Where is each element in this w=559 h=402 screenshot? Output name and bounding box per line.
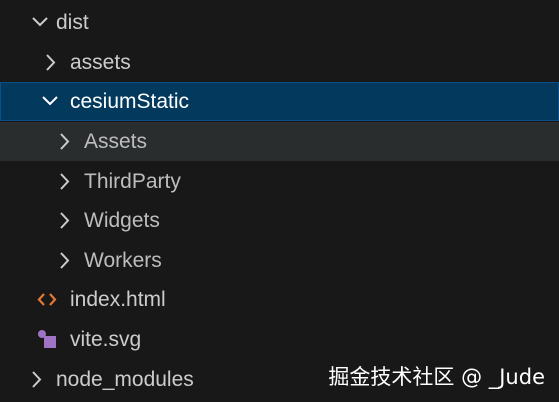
chevron-right-icon [52,122,76,161]
tree-item-label: ThirdParty [84,170,181,193]
chevron-right-icon [52,162,76,201]
chevron-right-icon [38,43,62,82]
tree-item-widgets[interactable]: Widgets [0,201,559,240]
chevron-right-icon [24,360,48,399]
chevron-down-icon [28,3,52,42]
tree-item-label: Assets [84,130,148,153]
chevron-right-icon [52,241,76,280]
tree-item-label: assets [70,51,131,74]
tree-item-vite-svg[interactable]: vite.svg [0,320,559,359]
tree-item-index-html[interactable]: index.html [0,280,559,319]
svg-file-icon [36,320,60,359]
chevron-right-icon [52,201,76,240]
chevron-down-icon [38,83,62,122]
tree-item-label: index.html [70,288,166,311]
tree-item-label: cesiumStatic [70,90,190,113]
tree-item-assets-sub[interactable]: Assets [0,122,559,161]
tree-item-label: Workers [84,249,162,272]
tree-item-assets[interactable]: assets [0,43,559,82]
tree-item-label: node_modules [56,368,194,391]
tree-item-workers[interactable]: Workers [0,241,559,280]
tree-item-label: dist [56,11,89,34]
watermark: 掘金技术社区 @ _Jude [328,365,545,389]
scrollbar[interactable] [545,0,559,402]
tree-item-dist[interactable]: dist [0,3,559,42]
html-file-icon [36,280,60,319]
tree-item-label: vite.svg [70,328,142,351]
tree-item-cesiumstatic[interactable]: cesiumStatic [0,82,559,121]
tree-item-thirdparty[interactable]: ThirdParty [0,162,559,201]
file-explorer-tree: dist assets cesiumStatic Assets ThirdPar… [0,0,559,402]
tree-item-label: Widgets [84,209,160,232]
